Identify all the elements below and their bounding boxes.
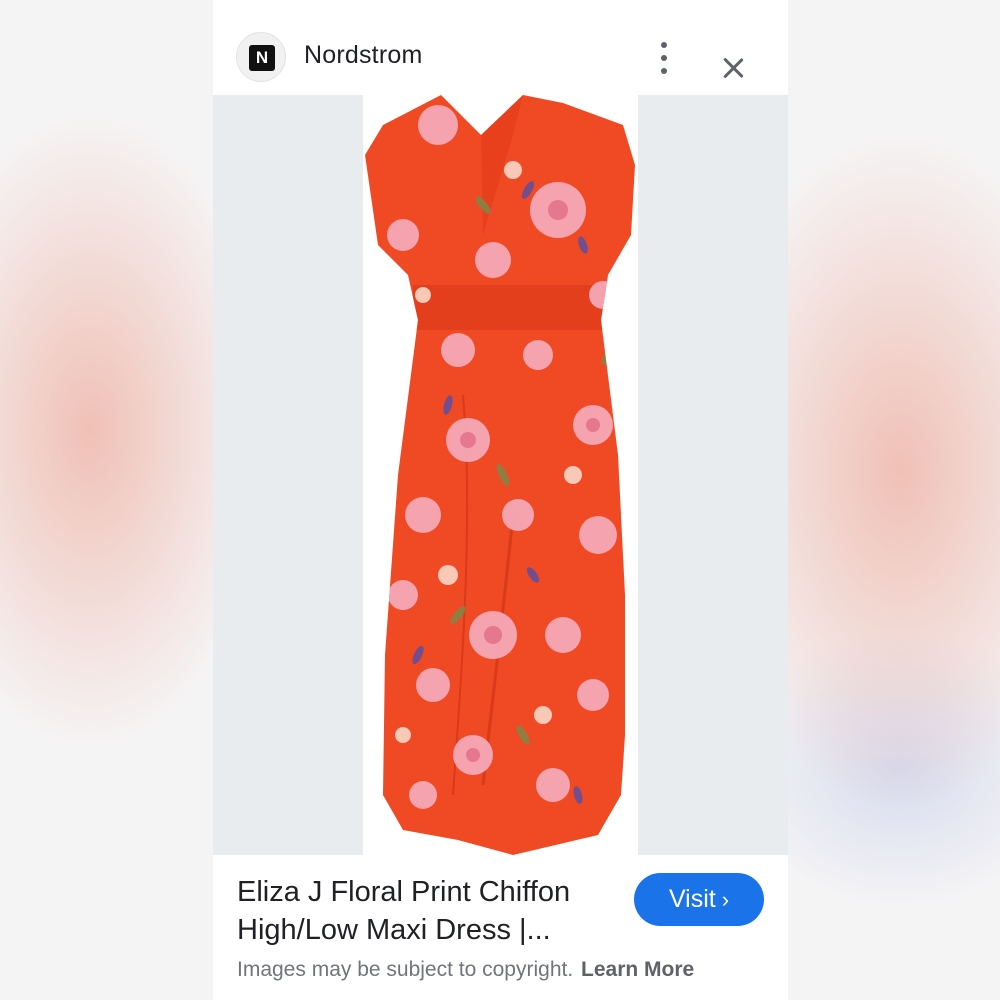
result-title-line1: Eliza J Floral Print Chiffon	[237, 876, 571, 908]
site-name[interactable]: Nordstrom	[304, 41, 423, 70]
result-title[interactable]: Eliza J Floral Print Chiffon High/Low Ma…	[237, 873, 617, 949]
image-preview-panel: N Nordstrom Eliza J Floral Print Chiffon…	[213, 0, 788, 1000]
result-title-line2: High/Low Maxi Dress |...	[237, 914, 551, 946]
site-favicon[interactable]: N	[236, 32, 286, 82]
dress-illustration	[365, 95, 635, 855]
visit-button[interactable]: Visit ›	[634, 873, 764, 926]
product-image[interactable]	[363, 95, 638, 855]
image-area[interactable]	[213, 95, 788, 855]
preview-header: N Nordstrom	[213, 0, 788, 95]
learn-more-link[interactable]: Learn More	[581, 958, 694, 981]
copyright-notice: Images may be subject to copyright. Lear…	[237, 958, 694, 982]
copyright-text: Images may be subject to copyright.	[237, 958, 574, 981]
nordstrom-logo-icon: N	[249, 45, 275, 71]
visit-label: Visit	[668, 885, 716, 913]
close-icon[interactable]	[720, 55, 746, 81]
chevron-right-icon: ›	[721, 887, 730, 912]
more-vert-icon[interactable]	[656, 42, 672, 74]
